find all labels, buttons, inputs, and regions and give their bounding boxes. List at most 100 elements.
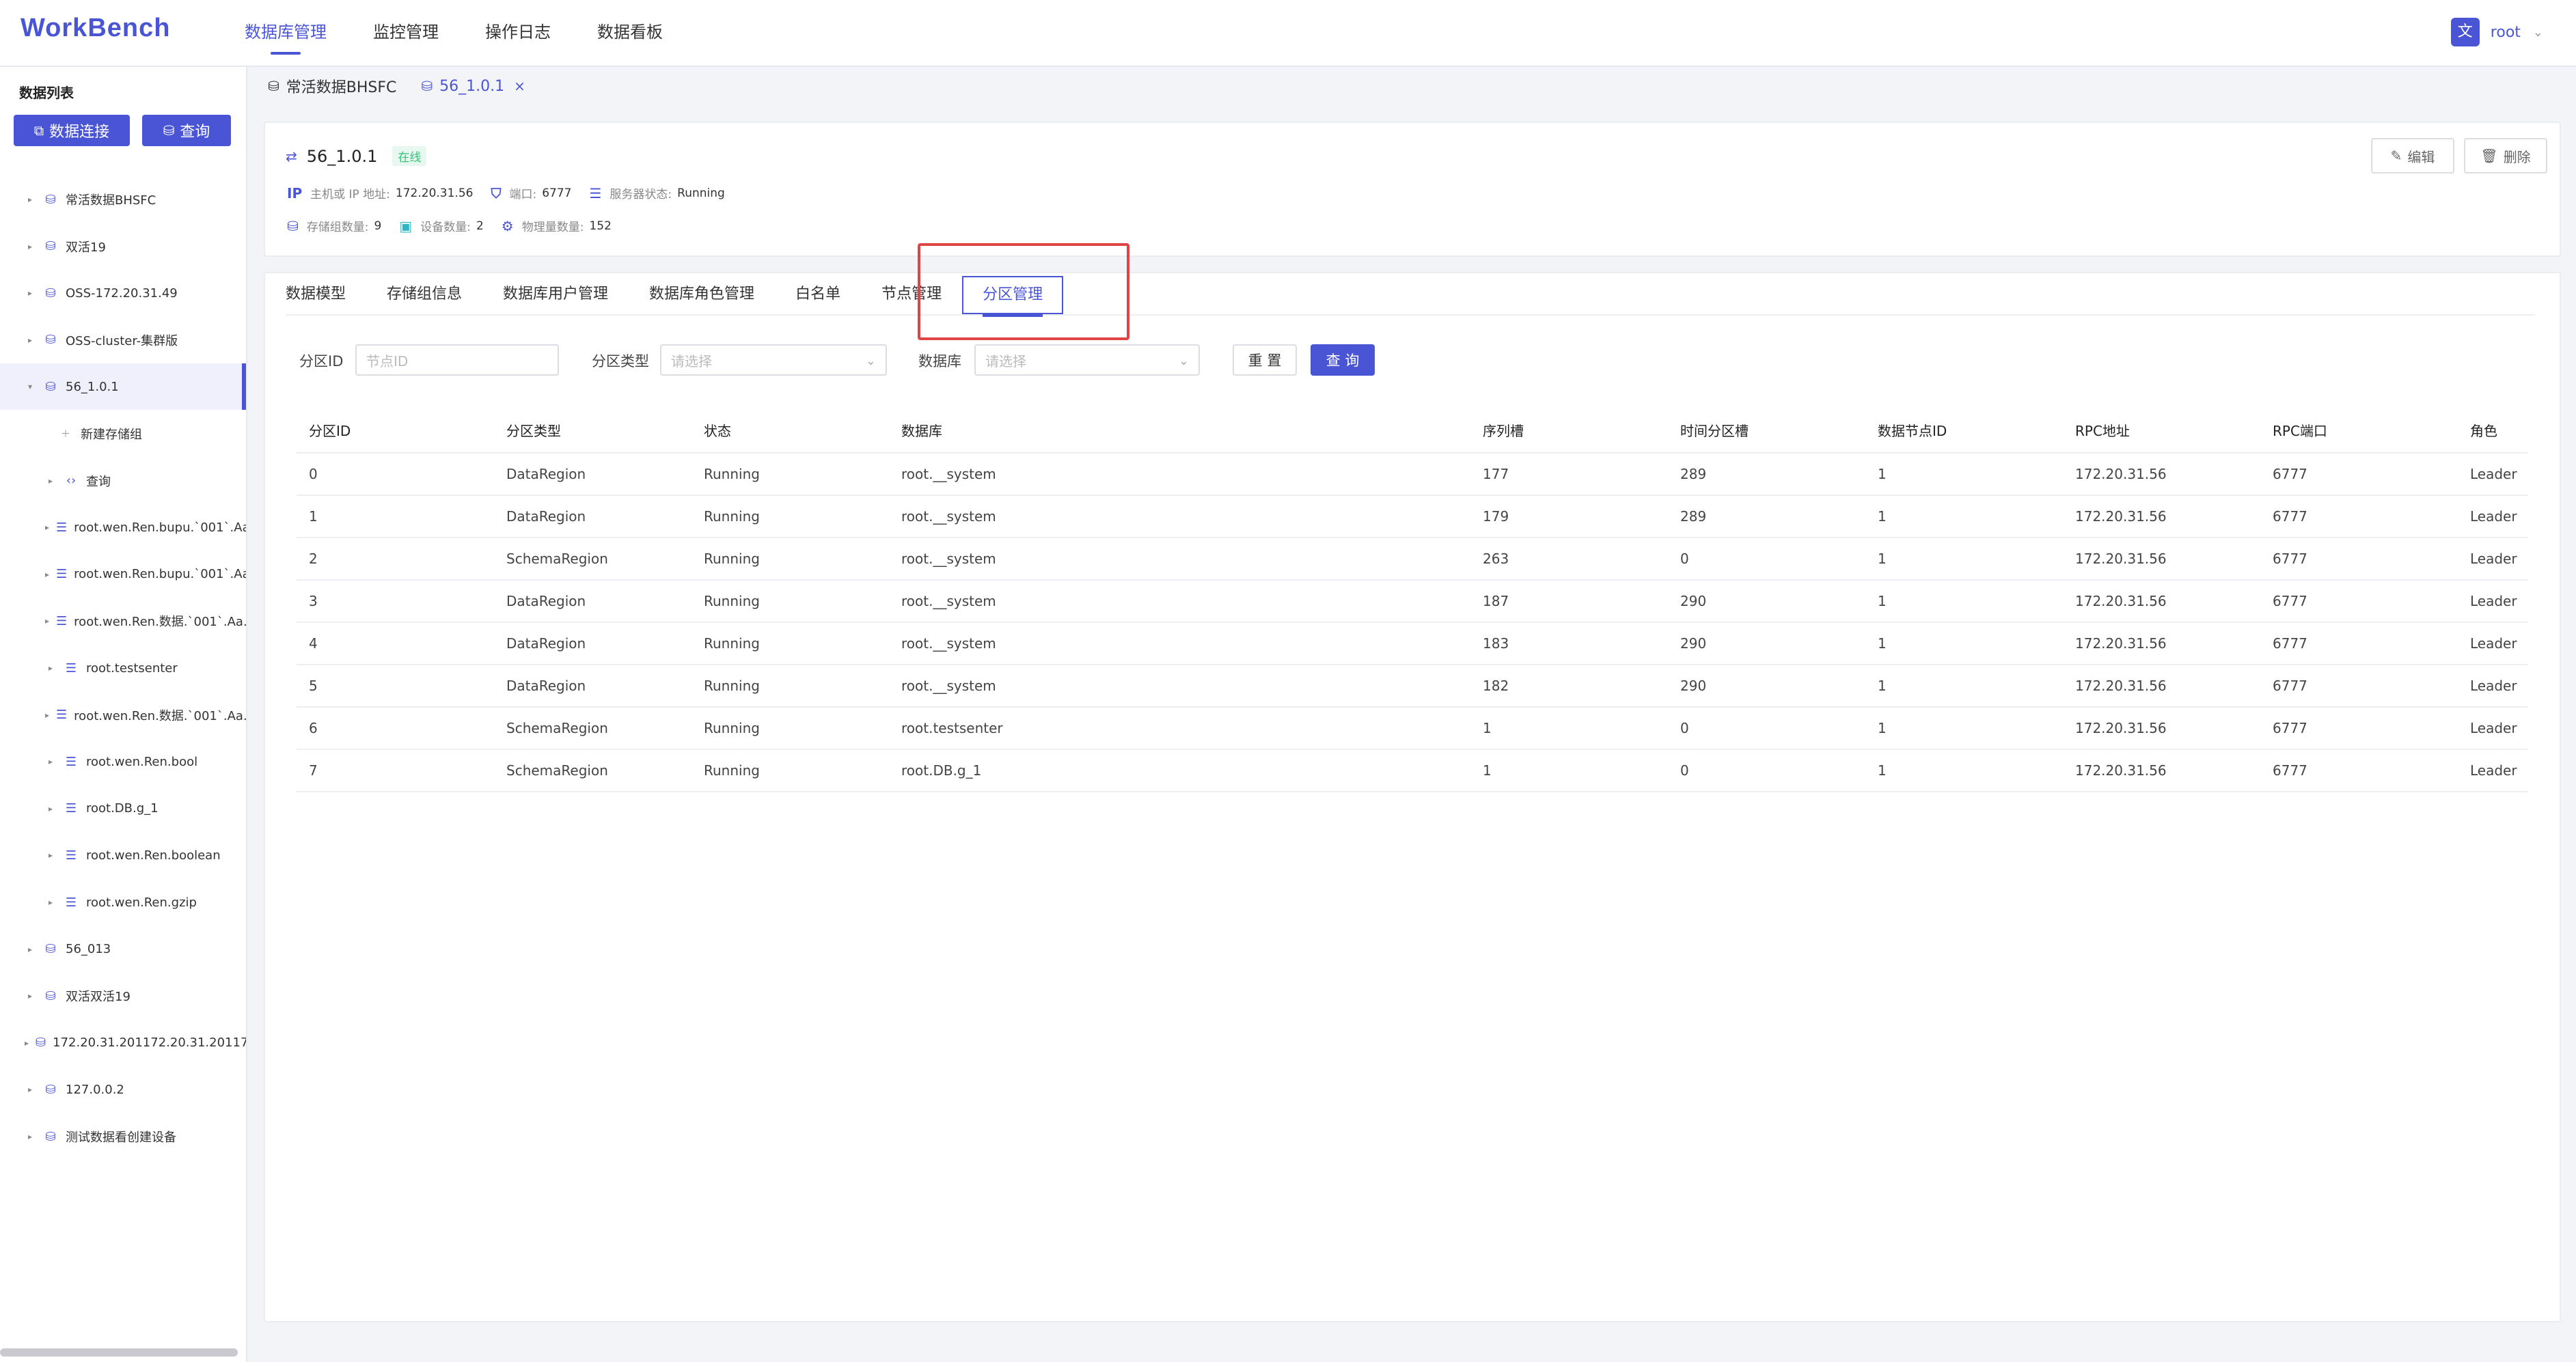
database-name: 56_1.0.1 [306,146,378,166]
sidebar-item[interactable]: ▸ ⛁ OSS-cluster-集群版 [0,317,246,363]
device-value: 2 [476,219,484,233]
table-row[interactable]: 7 SchemaRegion Running root.DB.g_1 1 0 1 172.20… [297,749,2528,792]
chevron-down-icon[interactable]: ⌄ [2533,25,2543,40]
open-tab-56-1-0-1[interactable]: ⛁ 56_1.0.1 × [421,78,525,95]
caret-right-icon[interactable]: ▸ [25,945,36,954]
edit-button[interactable]: ✎ 编辑 [2371,138,2454,173]
sidebar-item[interactable]: ▸ ⛁ OSS-172.20.31.49 [0,270,246,316]
sidebar-item[interactable]: ▸ ☰ root.wen.Ren.数据.`001`.Aa... [0,692,246,738]
sidebar-item[interactable]: ▸ ☰ root.wen.Ren.gzip [0,879,246,926]
database-select[interactable]: 请选择 ⌄ [974,344,1200,376]
caret-right-icon[interactable]: ▸ [45,757,56,766]
user-menu[interactable]: 文 root ⌄ [2450,18,2543,46]
sidebar-item[interactable]: ▸ ☰ root.wen.Ren.bool [0,738,246,785]
caret-right-icon[interactable]: ▸ [25,288,36,298]
open-tab-bhsfc[interactable]: ⛁ 常活数据BHSFC [268,75,396,97]
sidebar-item[interactable]: ▾ ⛁ 56_1.0.1 [0,363,246,411]
sidebar-item[interactable]: ▸ ☰ root.wen.Ren.bupu.`001`.Aa... [0,504,246,551]
table-cell: Leader [2458,622,2528,665]
database-icon: ⛁ [45,239,56,254]
sidebar-item[interactable]: ▸ ☰ root.wen.Ren.bupu.`001`.Aa... [0,551,246,598]
table-row[interactable]: 6 SchemaRegion Running root.testsenter 1 0 1 17… [297,707,2528,750]
sidebar-item[interactable]: ▸ ☰ root.wen.Ren.boolean [0,832,246,878]
caret-right-icon[interactable]: ▸ [45,570,49,579]
caret-right-icon[interactable]: ▸ [45,523,49,532]
partition-type-select[interactable]: 请选择 ⌄ [660,344,887,376]
table-row[interactable]: 4 DataRegion Running root.__system 183 290 1 17… [297,622,2528,665]
caret-right-icon[interactable]: ▸ [25,1132,36,1141]
connect-button[interactable]: ⧉ 数据连接 [14,115,130,146]
translate-icon[interactable]: 文 [2450,18,2480,46]
sidebar-item[interactable]: ▸ ☰ root.DB.g_1 [0,786,246,832]
storage-icon: ☰ [56,708,68,723]
caret-right-icon[interactable]: ▸ [25,242,36,251]
nav-dashboard[interactable]: 数据看板 [597,0,663,66]
caret-right-icon[interactable]: ▸ [45,616,49,626]
close-icon[interactable]: × [514,78,525,94]
sidebar-scrollbar[interactable] [0,1348,238,1357]
caret-right-icon[interactable]: ▸ [45,710,49,720]
sidebar-item[interactable]: ▸ ⛁ 测试数据看创建设备 [0,1113,246,1160]
delete-button[interactable]: 🗑 删除 [2464,138,2547,173]
tab-role-management[interactable]: 数据库角色管理 [649,273,754,314]
nav-database-management[interactable]: 数据库管理 [245,0,327,66]
tab-whitelist[interactable]: 白名单 [795,273,840,314]
nav-monitoring[interactable]: 监控管理 [373,0,439,66]
table-row[interactable]: 0 DataRegion Running root.__system 177 289 1 17… [297,453,2528,496]
caret-right-icon[interactable]: ▸ [45,476,56,486]
table-cell: 1 [1865,453,2063,496]
tab-user-management[interactable]: 数据库用户管理 [503,273,608,314]
caret-right-icon[interactable]: ▸ [45,804,56,814]
sidebar-item[interactable]: ▸ ☰ root.wen.Ren.数据.`001`.Aa... [0,598,246,644]
search-button[interactable]: 查 询 [1311,344,1375,376]
edit-icon: ✎ [2390,148,2402,164]
table-row[interactable]: 3 DataRegion Running root.__system 187 290 1 17… [297,580,2528,623]
tab-storage-group-info[interactable]: 存储组信息 [387,273,462,314]
database-icon: ⛁ [45,333,56,348]
sidebar-item[interactable]: ▸ ☰ root.testsenter [0,645,246,691]
table-row[interactable]: 2 SchemaRegion Running root.__system 263 0 1 17… [297,538,2528,581]
sidebar-item[interactable]: ▸ ⛁ 56_013 [0,926,246,973]
query-button[interactable]: ⛁ 查询 [142,115,231,146]
table-cell: 6777 [2260,580,2458,623]
caret-right-icon[interactable]: ▸ [25,1038,29,1048]
caret-right-icon[interactable]: ▸ [45,898,56,907]
database-icon: ⛁ [36,1036,46,1051]
sidebar-item[interactable]: ▸ ⛁ 双活双活19 [0,973,246,1019]
tab-data-model[interactable]: 数据模型 [286,273,346,314]
table-cell: 172.20.31.56 [2063,665,2260,708]
storage-icon: ☰ [65,801,77,816]
caret-right-icon[interactable]: ▸ [45,850,56,860]
storage-icon: ☰ [56,613,68,628]
caret-right-icon[interactable]: ▸ [25,335,36,345]
sidebar-item[interactable]: ＋ 新建存储组 [0,411,246,457]
partition-id-input[interactable]: 节点ID [355,344,559,376]
table-row[interactable]: 5 DataRegion Running root.__system 182 290 1 17… [297,665,2528,708]
caret-right-icon[interactable]: ▸ [25,195,36,204]
column-header: 序列槽 [1470,407,1668,454]
database-icon: ⛁ [45,192,56,207]
reset-button[interactable]: 重 置 [1233,344,1297,376]
sidebar-item[interactable]: ▸ ⛁ 双活19 [0,223,246,270]
sidebar-item[interactable]: ▸ ⛁ 127.0.0.2 [0,1066,246,1113]
sidebar-item-label: 查询 [86,474,111,489]
table-row[interactable]: 1 DataRegion Running root.__system 179 289 1 17… [297,495,2528,538]
tab-node-management[interactable]: 节点管理 [881,273,942,314]
sidebar-item[interactable]: ▸ ⛁ 常活数据BHSFC [0,176,246,223]
table-cell: 1 [1865,707,2063,750]
user-name[interactable]: root [2491,24,2521,41]
main-nav: 数据库管理 监控管理 操作日志 数据看板 [245,0,709,66]
caret-right-icon[interactable]: ▸ [25,991,36,1001]
table-cell: 263 [1470,538,1668,581]
nav-operation-log[interactable]: 操作日志 [485,0,551,66]
table-cell: 6777 [2260,495,2458,538]
caret-right-icon[interactable]: ▸ [45,663,56,673]
sidebar-item[interactable]: ▸ ⛁ 172.20.31.201172.20.31.201172... [0,1020,246,1066]
caret-down-icon[interactable]: ▾ [25,382,36,391]
database-icon: ⛁ [45,286,56,301]
app-logo[interactable]: WorkBench [20,14,170,43]
caret-right-icon[interactable]: ▸ [25,1085,36,1094]
tab-partition-management[interactable]: 分区管理 [962,276,1064,317]
status-badge: 在线 [392,146,427,166]
sidebar-item[interactable]: ▸ ‹› 查询 [0,458,246,504]
